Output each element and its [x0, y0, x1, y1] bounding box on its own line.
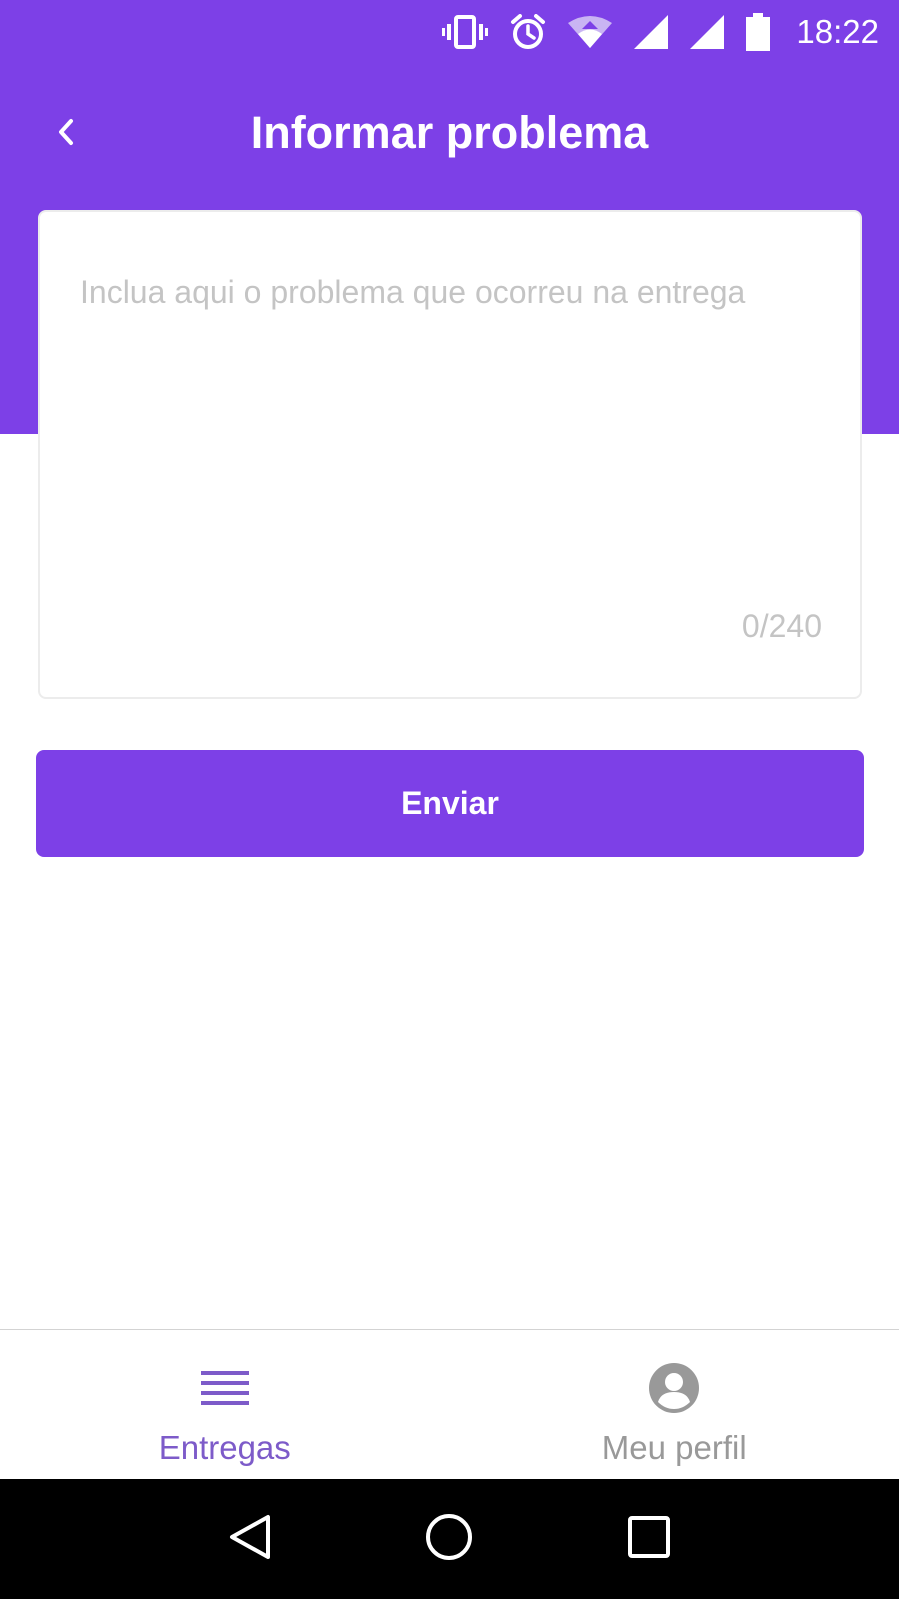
battery-icon [746, 13, 771, 51]
chevron-left-icon [54, 117, 78, 152]
status-icons [442, 13, 771, 51]
tab-meu-perfil[interactable]: Meu perfil [450, 1330, 899, 1479]
tab-label: Entregas [158, 1429, 291, 1466]
page-title: Informar problema [250, 107, 649, 158]
bottom-tab-bar: Entregas Meu perfil [0, 1329, 899, 1479]
nav-recents-button[interactable] [614, 1504, 684, 1574]
wifi-icon [568, 15, 613, 49]
tab-label: Meu perfil [601, 1429, 747, 1466]
signal-icon [634, 15, 669, 49]
vibrate-icon [442, 15, 489, 49]
system-navigation-bar [0, 1479, 899, 1599]
nav-home-button[interactable] [414, 1504, 484, 1574]
status-time: 18:22 [796, 13, 879, 50]
back-triangle-icon [228, 1513, 272, 1566]
recents-square-icon [627, 1515, 671, 1564]
problem-textarea[interactable] [80, 272, 820, 572]
send-button[interactable]: Enviar [36, 750, 864, 857]
home-circle-icon [424, 1512, 474, 1567]
nav-back-button[interactable] [215, 1504, 285, 1574]
signal-icon [690, 15, 725, 49]
alarm-icon [510, 14, 546, 50]
tab-entregas[interactable]: Entregas [0, 1330, 450, 1479]
app-header: Informar problema [0, 90, 899, 176]
back-button[interactable] [38, 106, 94, 162]
character-counter: 0/240 [741, 608, 822, 644]
account-circle-icon [648, 1363, 700, 1419]
list-icon [200, 1368, 250, 1413]
status-bar: 18:22 [0, 0, 899, 64]
problem-card: 0/240 [38, 210, 862, 699]
